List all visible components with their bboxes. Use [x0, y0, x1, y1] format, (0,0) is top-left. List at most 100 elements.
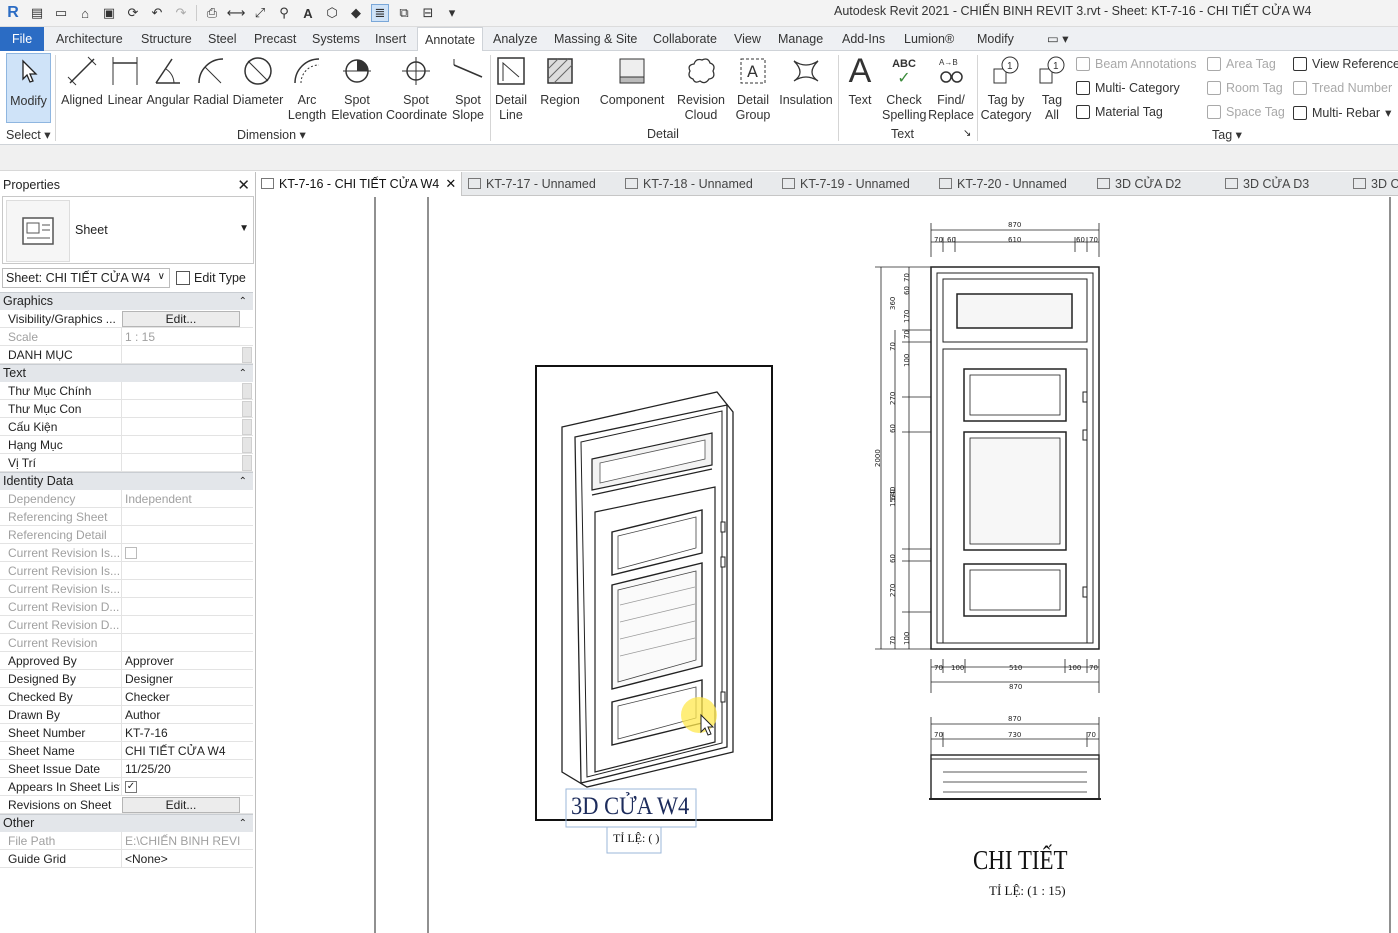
collapse-icon[interactable]: ⌃ [239, 815, 247, 832]
property-group-header[interactable]: Text ⌃ [0, 364, 253, 382]
dimension-panel-label[interactable]: Dimension ▾ [237, 127, 306, 142]
switch-windows-icon[interactable]: ⊟ [419, 4, 437, 22]
property-group-header[interactable]: Other ⌃ [0, 814, 253, 832]
ribbon-tab-architecture[interactable]: Architecture [49, 27, 130, 51]
find-replace-button[interactable]: A→B Find/ Replace [928, 53, 974, 123]
field-scroll-handle[interactable] [242, 383, 252, 399]
text-button[interactable]: A Text [842, 53, 878, 108]
property-value[interactable]: <None> [121, 850, 241, 867]
edit-button[interactable]: Edit... [122, 797, 240, 813]
field-scroll-handle[interactable] [242, 401, 252, 417]
home-icon[interactable]: ▤ [28, 4, 46, 22]
ribbon-tab-analyze[interactable]: Analyze [486, 27, 544, 51]
ribbon-tab-annotate[interactable]: Annotate [417, 27, 484, 52]
property-group-header[interactable]: Graphics ⌃ [0, 292, 253, 310]
save-icon[interactable]: ▣ [100, 4, 118, 22]
print-icon[interactable]: ⎙ [203, 4, 221, 22]
detail-line-button[interactable]: Detail Line [493, 53, 529, 123]
ribbon-tab-massing-site[interactable]: Massing & Site [547, 27, 644, 51]
view-tab[interactable]: 3D CỬA D2 [1093, 172, 1181, 196]
revit-logo-icon[interactable]: R [4, 4, 22, 22]
property-value[interactable] [121, 346, 241, 363]
undo-icon[interactable]: ↶ [148, 4, 166, 22]
view-tab[interactable]: KT-7-19 - Unnamed [778, 172, 910, 196]
chevron-down-icon[interactable]: ▼ [239, 223, 249, 234]
spot-elevation-button[interactable]: Spot Elevation [330, 53, 384, 123]
ribbon-tab-modify[interactable]: Modify [970, 27, 1021, 51]
property-value[interactable]: Designer [121, 670, 241, 687]
property-value[interactable]: Author [121, 706, 241, 723]
detail-group-button[interactable]: A Detail Group [730, 53, 776, 123]
viewport-title[interactable]: 3D CỬA W4 [571, 793, 689, 821]
arc-length-button[interactable]: Arc Length [286, 53, 328, 123]
radial-dimension-button[interactable]: Radial [192, 53, 230, 108]
check-spelling-button[interactable]: ABC ✓ Check Spelling [882, 53, 926, 123]
close-icon[interactable]: ✕ [445, 172, 456, 196]
space-tag-button[interactable]: Space Tag [1207, 105, 1285, 119]
property-value[interactable] [121, 418, 241, 435]
ribbon-tab-add-ins[interactable]: Add-Ins [835, 27, 892, 51]
open-folder-icon[interactable]: ⌂ [76, 4, 94, 22]
material-tag-button[interactable]: Material Tag [1076, 105, 1163, 119]
property-value[interactable]: Approver [121, 652, 241, 669]
region-button[interactable]: Region [538, 53, 582, 108]
tag-by-category-button[interactable]: 1 Tag by Category [980, 53, 1032, 123]
property-value[interactable]: Checker [121, 688, 241, 705]
spot-coordinate-button[interactable]: Spot Coordinate [386, 53, 447, 123]
diameter-dimension-button[interactable]: Diameter [232, 53, 284, 108]
aligned-dimension-icon[interactable]: ⤢ [251, 4, 269, 22]
property-group-header[interactable]: Identity Data ⌃ [0, 472, 253, 490]
field-scroll-handle[interactable] [242, 419, 252, 435]
tread-number-button[interactable]: Tread Number [1293, 81, 1392, 95]
property-checkbox[interactable]: ✓ [125, 781, 137, 793]
collapse-icon[interactable]: ⌃ [239, 473, 247, 490]
ribbon-tab-structure[interactable]: Structure [134, 27, 199, 51]
measure-icon[interactable]: ⟷ [227, 4, 246, 22]
area-tag-button[interactable]: Area Tag [1207, 57, 1276, 71]
edit-button[interactable]: Edit... [122, 311, 240, 327]
view-tab[interactable]: KT-7-17 - Unnamed [464, 172, 596, 196]
field-scroll-handle[interactable] [242, 437, 252, 453]
ribbon-tab-view[interactable]: View [727, 27, 768, 51]
view-reference-button[interactable]: View Reference [1293, 57, 1398, 71]
3d-view-icon[interactable]: ⬡ [323, 4, 341, 22]
ribbon-tab-collaborate[interactable]: Collaborate [646, 27, 724, 51]
redo-icon[interactable]: ↷ [172, 4, 190, 22]
text-icon[interactable]: A [299, 4, 317, 22]
ribbon-tab-file[interactable]: File [0, 27, 45, 51]
collapse-icon[interactable]: ⌃ [239, 365, 247, 382]
customize-qat-icon[interactable]: ▾ [443, 4, 461, 22]
property-value[interactable]: KT-7-16 [121, 724, 241, 741]
field-scroll-handle[interactable] [242, 347, 252, 363]
collapse-icon[interactable]: ⌃ [239, 293, 247, 310]
revision-cloud-button[interactable]: Revision Cloud [676, 53, 726, 123]
section-icon[interactable]: ◆ [347, 4, 365, 22]
close-icon[interactable]: ✕ [237, 176, 250, 194]
view-tab[interactable]: KT-7-16 - CHI TIẾT CỬA W4 ✕ [257, 172, 463, 196]
aligned-dimension-button[interactable]: Aligned [60, 53, 104, 108]
view-tab[interactable]: 3D C [1349, 172, 1398, 196]
viewport-title[interactable]: CHI TIẾT [973, 845, 1068, 876]
tag-panel-label[interactable]: Tag ▾ [1212, 127, 1242, 142]
ribbon-tab-lumion[interactable]: Lumion® [897, 27, 961, 51]
ribbon-tab-manage[interactable]: Manage [771, 27, 830, 51]
tag-all-button[interactable]: 1 Tag All [1034, 53, 1070, 123]
property-value[interactable] [121, 382, 241, 399]
contextual-tab-toggle-icon[interactable]: ▭ ▾ [1040, 27, 1076, 51]
view-tab[interactable]: KT-7-20 - Unnamed [935, 172, 1067, 196]
new-file-icon[interactable]: ▭ [52, 4, 70, 22]
view-tab[interactable]: 3D CỬA D3 [1221, 172, 1309, 196]
insulation-button[interactable]: Insulation [778, 53, 834, 108]
modify-button[interactable]: Modify [6, 53, 51, 123]
angular-dimension-button[interactable]: Angular [146, 53, 190, 108]
property-value[interactable]: 11/25/20 [121, 760, 241, 777]
property-value[interactable] [121, 454, 241, 471]
multi-rebar-button[interactable]: Multi- Rebar ▾ [1293, 105, 1391, 120]
spot-slope-button[interactable]: Spot Slope [448, 53, 488, 123]
property-value[interactable] [121, 436, 241, 453]
viewport-door-section[interactable] [929, 717, 1101, 800]
instance-filter-select[interactable]: Sheet: CHI TIẾT CỬA W4 ∨ [2, 268, 170, 288]
property-value[interactable] [121, 400, 241, 417]
thin-lines-icon[interactable]: ≣ [371, 4, 389, 22]
multi-category-button[interactable]: Multi- Category [1076, 81, 1180, 95]
